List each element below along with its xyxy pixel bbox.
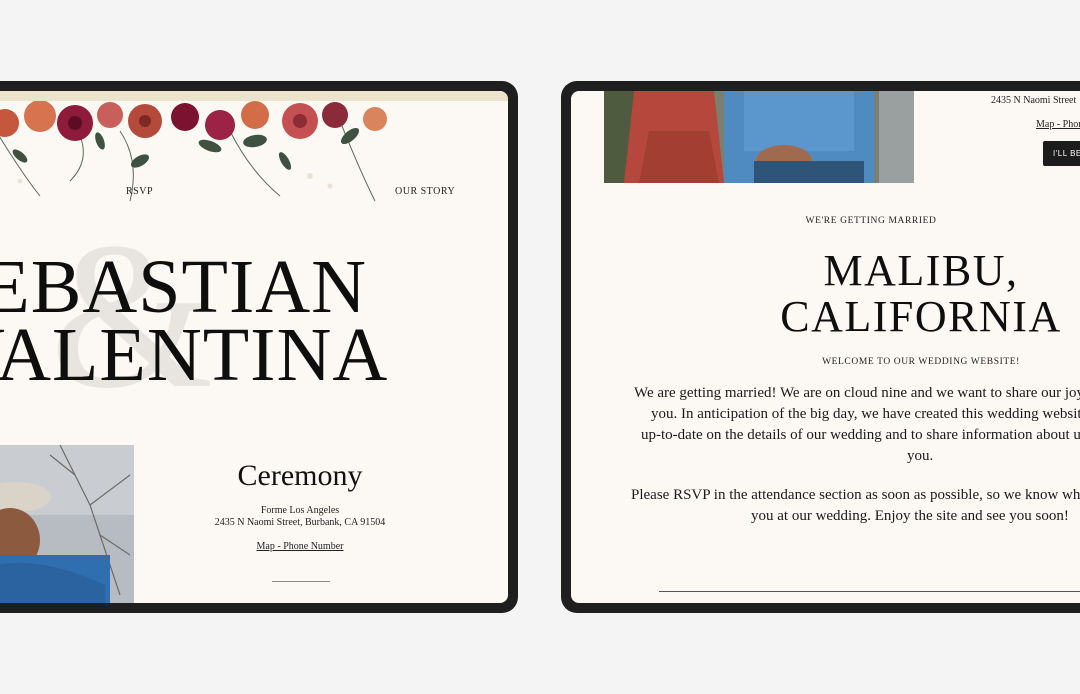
top-accent-strip [0,91,508,101]
ceremony-map-phone-link[interactable]: Map - Phone Number [180,541,420,552]
tablet-right: 2435 N Naomi Street Map - Phone I'LL BE … [561,81,1080,613]
floral-header-illustration [0,101,387,202]
ceremony-address: 2435 N Naomi Street, Burbank, CA 91504 [214,517,386,528]
location-title-line2: CALIFORNIA [780,292,1062,341]
nav-link-rsvp[interactable]: RSVP [126,186,153,197]
nav-link-our-story[interactable]: OUR STORY [395,186,455,197]
ceremony-title: Ceremony [237,459,363,492]
bride-name: VALENTINA [0,313,389,397]
couple-photo-left [0,445,134,603]
tablet-left: RSVP OUR STORY & SEBASTIAN VALENTINA [0,81,518,613]
intro-paragraph-line1: We are getting married! We are on cloud … [634,385,1080,401]
intro-paragraph-line2: you. In anticipation of the big day, we … [651,406,1080,422]
eyebrow-getting-married: WE'RE GETTING MARRIED [805,216,937,226]
address-partial: 2435 N Naomi Street [991,95,1077,106]
intro-paragraph-line4: you. [907,448,934,464]
rsvp-paragraph-line1: Please RSVP in the attendance section as… [631,487,1080,503]
welcome-subtitle: WELCOME TO OUR WEDDING WEBSITE! [822,357,1020,367]
right-screen: 2435 N Naomi Street Map - Phone I'LL BE … [571,91,1080,603]
ceremony-venue: Forme Los Angeles [260,505,340,516]
left-screen: RSVP OUR STORY & SEBASTIAN VALENTINA [0,91,508,603]
bottom-divider [659,591,1080,592]
couple-photo-right [604,91,914,183]
rsvp-paragraph-line2: you at our wedding. Enjoy the site and s… [751,508,1069,524]
section-divider [272,581,330,582]
location-title-line1: MALIBU, [823,246,1019,295]
map-phone-link-partial[interactable]: Map - Phone [1036,119,1080,130]
intro-paragraph-line3: up-to-date on the details of our wedding… [641,427,1080,443]
rsvp-button[interactable]: I'LL BE THERE [1043,141,1080,166]
